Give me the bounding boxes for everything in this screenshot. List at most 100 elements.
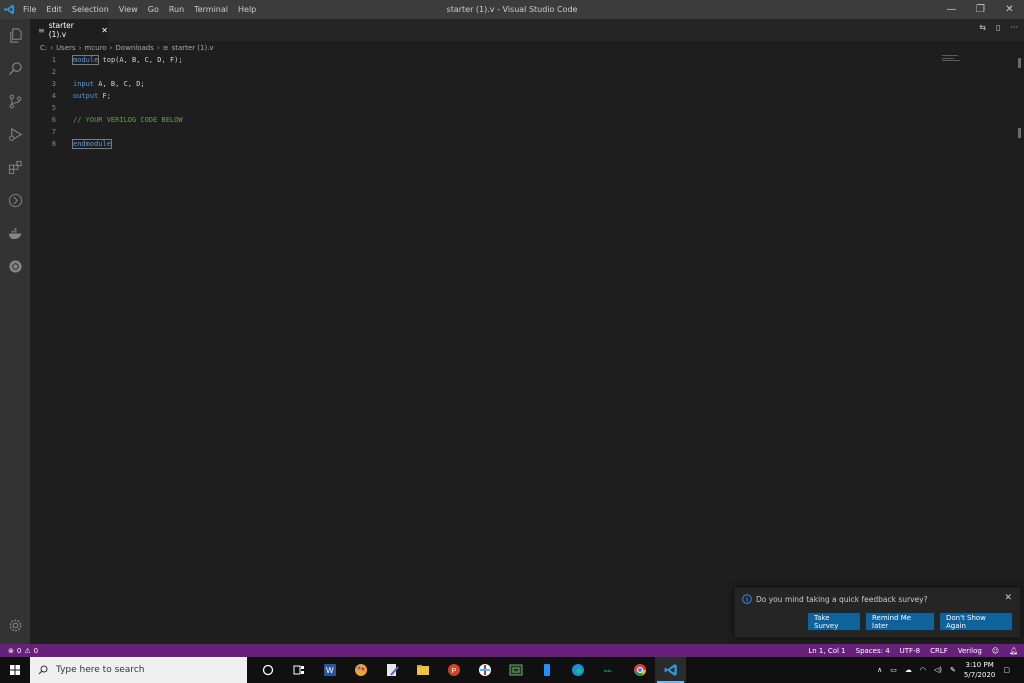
hulu-icon[interactable]: hulu (593, 657, 624, 683)
code-line: 7 (30, 126, 930, 138)
keyword-output: output (73, 92, 99, 100)
menu-selection[interactable]: Selection (67, 0, 114, 19)
chevron-up-icon[interactable]: ∧ (877, 666, 882, 674)
feedback-icon[interactable]: ☺ (992, 647, 999, 655)
breadcrumb-file[interactable]: starter (1).v (172, 44, 214, 52)
vscode-taskbar-icon[interactable] (655, 657, 686, 683)
file-explorer-icon[interactable] (407, 657, 438, 683)
indentation[interactable]: Spaces: 4 (856, 647, 890, 655)
warning-icon: ⚠ (24, 646, 31, 655)
breadcrumb-drive[interactable]: C: (40, 44, 47, 52)
windows-start-icon[interactable] (0, 657, 30, 683)
menu-run[interactable]: Run (164, 0, 189, 19)
remote-explorer-icon[interactable] (0, 184, 30, 217)
line-number: 7 (51, 128, 56, 136)
explorer-icon[interactable] (0, 19, 30, 52)
minimize-icon[interactable]: — (937, 0, 966, 19)
close-window-icon[interactable]: ✕ (995, 0, 1024, 19)
onedrive-cloud-icon[interactable]: ☁ (905, 666, 912, 674)
close-notification-icon[interactable]: ✕ (1004, 593, 1012, 603)
extensions-icon[interactable] (0, 151, 30, 184)
paint-icon[interactable] (345, 657, 376, 683)
run-debug-icon[interactable] (0, 118, 30, 151)
task-view-icon[interactable] (283, 657, 314, 683)
pen-icon[interactable]: ✎ (950, 666, 956, 674)
encoding[interactable]: UTF-8 (900, 647, 920, 655)
menu-view[interactable]: View (114, 0, 143, 19)
tab-starter-file[interactable]: ≡ starter (1).v ✕ (30, 19, 108, 41)
edge-icon[interactable] (562, 657, 593, 683)
breadcrumb-user[interactable]: mcuro (84, 44, 106, 52)
line-ending[interactable]: CRLF (930, 647, 948, 655)
vertical-scrollbar[interactable] (1018, 54, 1021, 644)
more-actions-icon[interactable]: ··· (1010, 23, 1018, 32)
code-text: output F; (73, 92, 111, 100)
search-icon (38, 665, 48, 675)
remind-later-button[interactable]: Remind Me later (866, 613, 934, 630)
take-survey-button[interactable]: Take Survey (808, 613, 860, 630)
line-number: 3 (51, 80, 56, 88)
slack-icon[interactable] (469, 657, 500, 683)
word-icon[interactable]: W (314, 657, 345, 683)
language-mode[interactable]: Verilog (958, 647, 982, 655)
error-count: 0 (16, 646, 22, 655)
code-text: input A, B, C, D; (73, 80, 145, 88)
notification-buttons: Take Survey Remind Me later Don't Show A… (808, 613, 1012, 630)
compare-changes-icon[interactable]: ⇆ (979, 23, 986, 32)
notifications-bell-icon[interactable]: 🔔︎ (1009, 647, 1018, 655)
window-controls: — ❐ ✕ (937, 0, 1024, 19)
code-line: 2 (30, 66, 930, 78)
breadcrumb-downloads[interactable]: Downloads (115, 44, 153, 52)
powerpoint-icon[interactable]: P (438, 657, 469, 683)
notification-text: Do you mind taking a quick feedback surv… (756, 594, 928, 604)
code-line: 5 (30, 102, 930, 114)
source-control-icon[interactable] (0, 85, 30, 118)
volume-icon[interactable]: ◁) (934, 666, 942, 674)
wifi-icon[interactable]: ◠ (920, 666, 926, 674)
docker-icon[interactable] (0, 217, 30, 250)
breadcrumb-users[interactable]: Users (56, 44, 76, 52)
svg-text:hulu: hulu (604, 668, 612, 673)
minimap[interactable] (942, 54, 962, 64)
menu-file[interactable]: File (18, 0, 41, 19)
taskbar-search-box[interactable]: Type here to search (30, 657, 247, 683)
snip-sketch-icon[interactable] (376, 657, 407, 683)
battery-icon[interactable]: ▭ (890, 666, 897, 674)
breadcrumb: C: › Users › mcuro › Downloads › ≡ start… (30, 41, 1024, 54)
line-number: 2 (51, 68, 56, 76)
system-tray: ∧ ▭ ☁ ◠ ◁) ✎ 3:10 PM 5/7/2020 ▢ (877, 657, 1024, 683)
chrome-icon[interactable] (624, 657, 655, 683)
line-number: 6 (51, 116, 56, 124)
menu-terminal[interactable]: Terminal (189, 0, 233, 19)
chevron-right-icon: › (78, 43, 82, 52)
editor-actions: ⇆ ▯ ··· (979, 23, 1018, 32)
code-line: 8 endmodule (30, 138, 930, 150)
kubernetes-icon[interactable] (0, 250, 30, 283)
cortana-icon[interactable] (252, 657, 283, 683)
line-number: 5 (51, 104, 56, 112)
search-icon[interactable] (0, 52, 30, 85)
clock[interactable]: 3:10 PM 5/7/2020 (964, 660, 995, 680)
file-lines-icon: ≡ (38, 25, 45, 35)
action-center-icon[interactable]: ▢ (1003, 666, 1010, 674)
restore-icon[interactable]: ❐ (966, 0, 995, 19)
menu-edit[interactable]: Edit (41, 0, 67, 19)
code-editor[interactable]: 1 module top(A, B, C, D, F); 2 3 input A… (30, 54, 1024, 644)
code-text: module top(A, B, C, D, F); (71, 55, 183, 65)
phone-app-icon[interactable] (531, 657, 562, 683)
problems-indicator[interactable]: ⊗ 0 ⚠ 0 (0, 647, 38, 655)
close-tab-icon[interactable]: ✕ (101, 26, 108, 35)
warning-count: 0 (33, 646, 39, 655)
menu-go[interactable]: Go (143, 0, 164, 19)
cursor-position[interactable]: Ln 1, Col 1 (808, 647, 845, 655)
terminal-app-icon[interactable] (500, 657, 531, 683)
chevron-right-icon: › (156, 43, 160, 52)
dont-show-again-button[interactable]: Don't Show Again (940, 613, 1012, 630)
info-icon (742, 594, 752, 604)
svg-text:W: W (326, 666, 334, 675)
menu-help[interactable]: Help (233, 0, 261, 19)
settings-gear-icon[interactable] (0, 609, 30, 642)
split-editor-icon[interactable]: ▯ (996, 23, 1000, 32)
code-line: 3 input A, B, C, D; (30, 78, 930, 90)
editor-tab-bar: ≡ starter (1).v ✕ ⇆ ▯ ··· (30, 19, 1024, 41)
